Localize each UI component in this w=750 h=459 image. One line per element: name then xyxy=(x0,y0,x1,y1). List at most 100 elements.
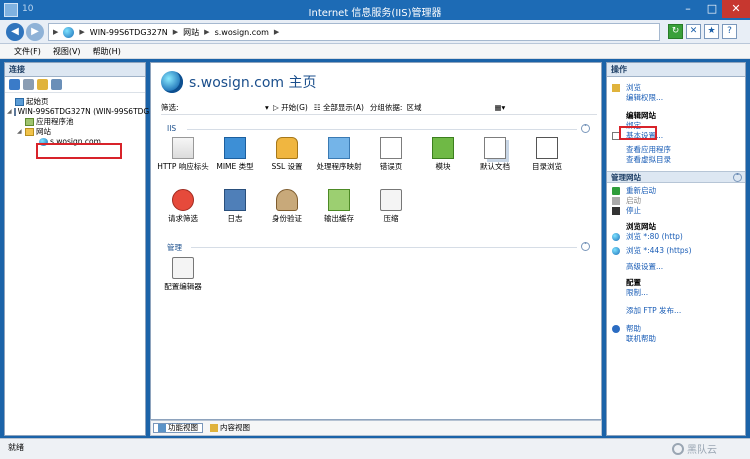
mime-types-icon xyxy=(224,137,246,159)
status-bar: 就绪 xyxy=(0,438,750,459)
address-tools: ↻ ✕ ★ ? xyxy=(668,24,737,39)
chevron-right-icon: ▶ xyxy=(172,28,179,36)
feature-view: s.wosign.com 主页 筛选: ▾ ▷ 开始(G) ☷ 全部显示(A) … xyxy=(150,62,602,420)
help-icon[interactable]: ? xyxy=(722,24,737,39)
feature-authentication[interactable]: 身份验证 xyxy=(261,189,313,223)
expanded-icon[interactable]: ◢ xyxy=(17,127,23,137)
action-limits[interactable]: 限制... xyxy=(607,288,745,298)
feature-directory-browsing[interactable]: 目录浏览 xyxy=(521,137,573,171)
compression-icon xyxy=(380,189,402,211)
server-icon xyxy=(13,108,16,116)
action-view-virtual-dirs[interactable]: 查看虚拟目录 xyxy=(607,155,745,165)
menu-bar: 文件(F) 视图(V) 帮助(H) xyxy=(0,44,750,59)
help-icon xyxy=(612,325,620,333)
home-icon xyxy=(15,98,24,106)
maximize-button[interactable]: □ xyxy=(700,0,724,18)
action-add-ftp-publishing[interactable]: 添加 FTP 发布... xyxy=(607,306,745,316)
forward-button[interactable]: ▶ xyxy=(26,23,44,41)
feature-request-filtering[interactable]: 请求筛选 xyxy=(157,189,209,223)
filter-input[interactable]: 筛选: xyxy=(161,102,265,113)
back-button[interactable]: ◀ xyxy=(6,23,24,41)
feature-mime-types[interactable]: MIME 类型 xyxy=(209,137,261,171)
tree-item-server[interactable]: ◢ WIN-99S6TDG327N (WIN-99S6TDG327N\A xyxy=(7,107,177,117)
manage-site-header: 管理网站 ˆ xyxy=(607,171,745,183)
feature-logging[interactable]: 日志 xyxy=(209,189,261,223)
configuration-editor-icon xyxy=(172,257,194,279)
favorites-icon[interactable]: ★ xyxy=(704,24,719,39)
action-stop[interactable]: 停止 xyxy=(607,206,745,216)
section-divider xyxy=(187,129,577,130)
feature-default-document[interactable]: 默认文档 xyxy=(469,137,521,171)
feature-output-caching[interactable]: 输出缓存 xyxy=(313,189,365,223)
feature-configuration-editor[interactable]: 配置编辑器 xyxy=(157,257,209,291)
collapse-up-icon[interactable]: ˆ xyxy=(581,124,590,133)
group-browse-site: 浏览网站 xyxy=(626,222,656,231)
tab-content-view[interactable]: 内容视图 xyxy=(205,423,255,433)
error-pages-icon xyxy=(380,137,402,159)
view-tabs: 功能视图 内容视图 xyxy=(150,420,602,436)
minimize-button[interactable]: – xyxy=(676,0,700,18)
window-title: Internet 信息服务(IIS)管理器 xyxy=(308,8,442,19)
collapse-up-icon[interactable]: ˆ xyxy=(733,173,742,182)
menu-view[interactable]: 视图(V) xyxy=(53,46,81,57)
expanded-icon[interactable]: ◢ xyxy=(7,107,12,117)
http-headers-icon xyxy=(172,137,194,159)
action-view-applications[interactable]: 查看应用程序 xyxy=(607,145,745,155)
action-edit-permissions[interactable]: 编辑权限... xyxy=(607,93,745,103)
restart-icon xyxy=(612,187,620,195)
up-folder-icon[interactable] xyxy=(37,79,48,90)
stop-nav-icon[interactable]: ✕ xyxy=(686,24,701,39)
actions-panel: 操作 浏览 编辑权限... 编辑网站 绑定... 基本设置... 查看应用程序 … xyxy=(606,62,746,436)
action-browse-https[interactable]: 浏览 *:443 (https) xyxy=(607,246,745,256)
action-online-help[interactable]: 联机帮助 xyxy=(607,334,745,344)
connect-icon[interactable] xyxy=(9,79,20,90)
feature-http-headers[interactable]: HTTP 响应标头 xyxy=(157,137,209,171)
globe-icon xyxy=(63,26,75,38)
address-bar: ◀ ▶ ▶ ▶ WIN-99S6TDG327N ▶ 网站 ▶ s.wosign.… xyxy=(0,20,750,44)
app-pool-icon xyxy=(25,118,34,126)
logging-icon xyxy=(224,189,246,211)
feature-modules[interactable]: 模块 xyxy=(417,137,469,171)
view-mode-icon[interactable]: ▦▾ xyxy=(494,103,505,112)
section-iis: IIS xyxy=(167,124,177,133)
action-browse-http[interactable]: 浏览 *:80 (http) xyxy=(607,232,745,242)
watermark: 黑队云 xyxy=(672,441,717,456)
filter-dropdown-icon[interactable]: ▾ xyxy=(265,103,273,112)
action-advanced-settings[interactable]: 高级设置... xyxy=(607,262,745,272)
breadcrumb-site[interactable]: s.wosign.com xyxy=(215,28,269,37)
group-configure: 配置 xyxy=(626,278,641,287)
bindings-highlight xyxy=(619,126,657,140)
feature-ssl-settings[interactable]: SSL 设置 xyxy=(261,137,313,171)
status-text: 就绪 xyxy=(8,443,24,452)
group-by-select[interactable]: 区域 xyxy=(406,102,494,113)
menu-file[interactable]: 文件(F) xyxy=(14,46,41,57)
action-explore[interactable]: 浏览 xyxy=(607,83,745,93)
go-button[interactable]: ▷ 开始(G) xyxy=(273,102,308,113)
default-document-icon xyxy=(484,137,506,159)
tree-item-app-pools[interactable]: 应用程序池 xyxy=(7,117,143,127)
refresh-icon[interactable]: ↻ xyxy=(668,24,683,39)
tab-features-view[interactable]: 功能视图 xyxy=(153,423,203,433)
save-icon[interactable] xyxy=(23,79,34,90)
breadcrumb-sites[interactable]: 网站 xyxy=(183,27,199,38)
menu-help[interactable]: 帮助(H) xyxy=(93,46,121,57)
chevron-right-icon: ▶ xyxy=(273,28,280,36)
show-all-button[interactable]: ☷ 全部显示(A) xyxy=(314,102,364,113)
action-restart[interactable]: 重新启动 xyxy=(607,186,745,196)
breadcrumb[interactable]: ▶ ▶ WIN-99S6TDG327N ▶ 网站 ▶ s.wosign.com … xyxy=(48,23,660,41)
page-title: s.wosign.com 主页 xyxy=(161,71,317,93)
feature-error-pages[interactable]: 错误页 xyxy=(365,137,417,171)
close-button[interactable]: ✕ xyxy=(722,0,750,18)
sites-folder-icon xyxy=(25,128,34,136)
disconnect-icon[interactable] xyxy=(51,79,62,90)
tree-item-sites[interactable]: ◢ 网站 xyxy=(7,127,143,137)
action-help[interactable]: 帮助 xyxy=(607,324,745,334)
feature-handler-mappings[interactable]: 处理程序映射 xyxy=(313,137,365,171)
chevron-right-icon: ▶ xyxy=(79,28,85,36)
title-bar: 10 Internet 信息服务(IIS)管理器 – □ ✕ xyxy=(0,0,750,20)
tree-item-start-page[interactable]: 起始页 xyxy=(7,97,143,107)
feature-compression[interactable]: 压缩 xyxy=(365,189,417,223)
group-by-label: 分组依据: xyxy=(369,103,403,112)
breadcrumb-server[interactable]: WIN-99S6TDG327N xyxy=(90,28,168,37)
collapse-up-icon[interactable]: ˆ xyxy=(581,242,590,251)
